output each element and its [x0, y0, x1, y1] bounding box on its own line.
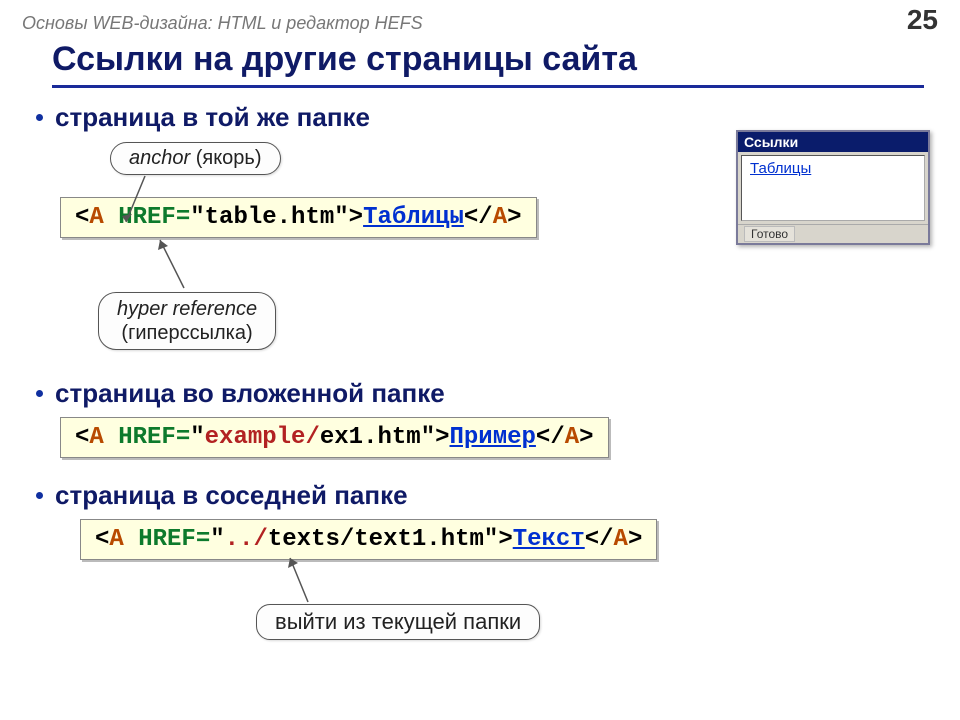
callout-anchor-paren: (якорь) [190, 147, 261, 169]
bullet-2: страница во вложенной папке [36, 378, 960, 409]
callout-hyperref: hyper reference (гиперссылка) [98, 292, 276, 350]
browser-titlebar: Ссылки [738, 132, 928, 152]
browser-link[interactable]: Таблицы [750, 160, 811, 177]
code3-link: Текст [513, 526, 585, 553]
browser-window: Ссылки Таблицы Готово [736, 130, 930, 245]
arrow-icon [156, 238, 206, 298]
slide-title: Ссылки на другие страницы сайта [52, 38, 924, 88]
callout-hyper-main: hyper reference [117, 297, 257, 321]
code1-link: Таблицы [363, 204, 464, 231]
bullet-dot-icon [36, 114, 43, 121]
course-title: Основы WEB-дизайна: HTML и редактор HEFS [22, 13, 423, 34]
code-example-3: <A HREF="../texts/text1.htm">Текст</A> [80, 519, 657, 560]
code-example-2: <A HREF="example/ex1.htm">Пример</A> [60, 417, 609, 458]
arrow-icon [120, 174, 160, 234]
bullet-dot-icon [36, 390, 43, 397]
bullet-2-text: страница во вложенной папке [55, 378, 445, 409]
browser-statusbar: Готово [738, 224, 928, 243]
bullet-1: страница в той же папке [36, 102, 960, 133]
code2-link: Пример [450, 424, 536, 451]
callout-hyper-paren: (гиперссылка) [117, 321, 257, 345]
callout-anchor: anchor (якорь) [110, 142, 281, 175]
top-bar: Основы WEB-дизайна: HTML и редактор HEFS… [0, 0, 960, 36]
bullet-1-text: страница в той же папке [55, 102, 370, 133]
callout-exit-text: выйти из текущей папки [275, 609, 521, 634]
browser-status-text: Готово [744, 226, 795, 242]
bullet-3: страница в соседней папке [36, 480, 960, 511]
browser-viewport: Таблицы [741, 155, 925, 221]
bullet-dot-icon [36, 492, 43, 499]
arrow-icon [282, 556, 322, 612]
page-number: 25 [907, 4, 938, 36]
bullet-3-text: страница в соседней папке [55, 480, 408, 511]
callout-anchor-main: anchor [129, 147, 190, 169]
